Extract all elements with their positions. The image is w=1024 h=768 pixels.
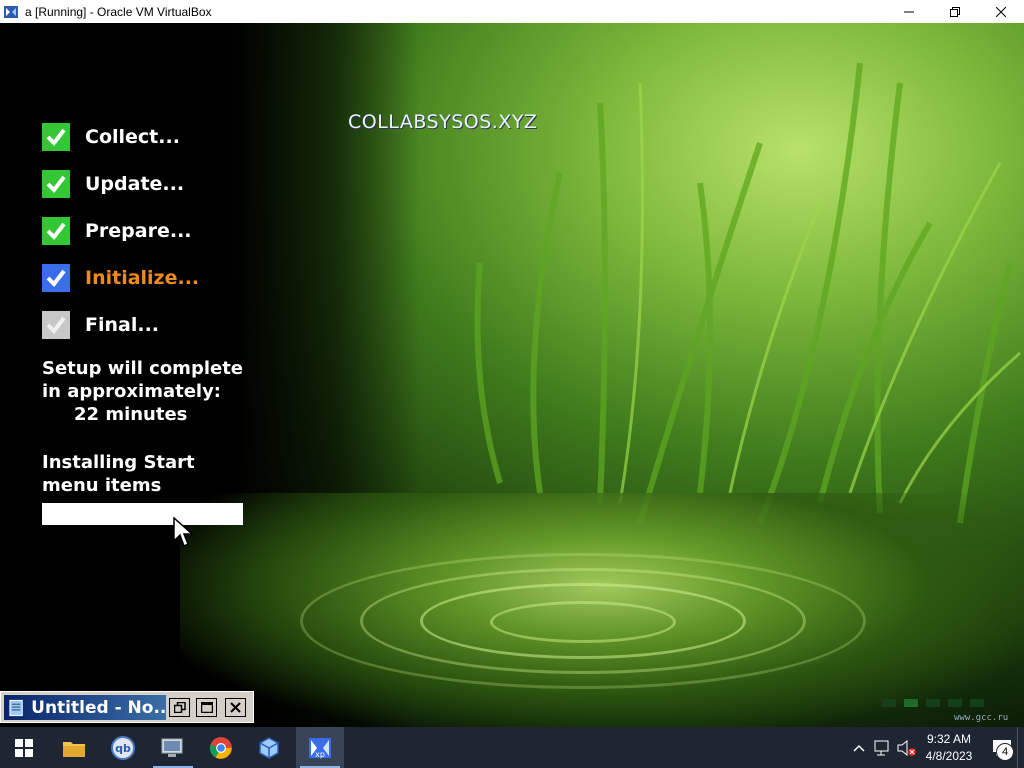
show-desktop-button[interactable] bbox=[1017, 727, 1024, 768]
progress-bar bbox=[42, 503, 243, 525]
host-taskbar: qb xp 9:32 AM 4/8/2023 4 bbox=[0, 727, 1024, 768]
clock-time: 9:32 AM bbox=[926, 731, 972, 746]
close-icon bbox=[230, 702, 241, 713]
qbittorrent-icon: qb bbox=[111, 735, 135, 760]
virtualbox-window-icon bbox=[4, 5, 18, 18]
guest-window-label: Untitled - No... bbox=[31, 697, 166, 718]
taskbar-device-manager[interactable] bbox=[149, 727, 197, 768]
task-line: Installing Start bbox=[42, 452, 195, 473]
taskbar-chrome[interactable] bbox=[197, 727, 245, 768]
step-label: Prepare... bbox=[85, 219, 192, 242]
notepad-icon bbox=[9, 699, 23, 716]
notification-count-badge: 4 bbox=[996, 743, 1014, 761]
windows-start-icon bbox=[15, 738, 33, 757]
step-label: Initialize... bbox=[85, 266, 200, 289]
clock-date: 4/8/2023 bbox=[925, 748, 973, 763]
taskbar-virtualbox[interactable] bbox=[245, 727, 293, 768]
vm-display[interactable]: COLLABSYSOS.XYZ Collect... Update... Pre… bbox=[0, 23, 1024, 727]
chrome-icon bbox=[209, 736, 232, 759]
checkmark-icon bbox=[42, 169, 70, 198]
taskbar-vm-window[interactable]: xp bbox=[296, 727, 344, 768]
guest-taskbar-button[interactable]: Untitled - No... bbox=[0, 691, 254, 723]
taskbar-qbittorrent[interactable]: qb bbox=[99, 727, 147, 768]
restore-icon bbox=[950, 6, 960, 17]
guest-restore-button[interactable] bbox=[169, 698, 190, 717]
mouse-cursor-icon bbox=[173, 517, 194, 548]
guest-maximize-button[interactable] bbox=[196, 698, 217, 717]
step-prepare: Prepare... bbox=[42, 207, 199, 254]
step-initialize: Initialize... bbox=[42, 254, 199, 301]
file-explorer-icon bbox=[63, 741, 85, 757]
current-task: Installing Start menu items bbox=[42, 451, 195, 497]
window-title: a [Running] - Oracle VM VirtualBox bbox=[25, 4, 212, 19]
time-remaining: Setup will complete in approximately: 22… bbox=[42, 357, 243, 426]
close-icon bbox=[996, 6, 1006, 17]
setup-steps: Collect... Update... Prepare... Initiali… bbox=[42, 113, 199, 348]
restore-button[interactable] bbox=[932, 0, 978, 23]
indicator-dot bbox=[904, 699, 918, 707]
action-center-button[interactable]: 4 bbox=[987, 727, 1017, 768]
indicator-dot bbox=[926, 699, 940, 707]
tray-network[interactable] bbox=[871, 727, 895, 768]
vm-xp-icon: xp bbox=[309, 737, 331, 759]
tray-overflow-button[interactable] bbox=[847, 727, 871, 768]
svg-text:qb: qb bbox=[115, 742, 131, 755]
step-final: Final... bbox=[42, 301, 199, 348]
watermark: www.gcc.ru bbox=[954, 713, 1009, 723]
slideshow-indicator bbox=[882, 699, 984, 707]
step-label: Update... bbox=[85, 172, 185, 195]
step-label: Final... bbox=[85, 313, 160, 336]
indicator-dot bbox=[882, 699, 896, 707]
start-button[interactable] bbox=[0, 727, 48, 768]
device-manager-icon bbox=[161, 738, 183, 757]
eta-line: Setup will complete bbox=[42, 358, 244, 379]
indicator-dot bbox=[948, 699, 962, 707]
guest-close-button[interactable] bbox=[225, 698, 246, 717]
maximize-icon bbox=[200, 702, 213, 713]
system-tray: 9:32 AM 4/8/2023 4 bbox=[847, 727, 1024, 768]
network-icon bbox=[874, 740, 889, 755]
pending-checkmark-icon bbox=[42, 310, 70, 339]
svg-text:xp: xp bbox=[315, 750, 325, 759]
volume-muted-icon bbox=[897, 739, 916, 756]
close-button[interactable] bbox=[978, 0, 1024, 23]
indicator-dot bbox=[970, 699, 984, 707]
task-line: menu items bbox=[42, 475, 162, 496]
guest-window-title[interactable]: Untitled - No... bbox=[4, 695, 166, 720]
active-checkmark-icon bbox=[42, 263, 70, 292]
eta-line: in approximately: bbox=[42, 381, 222, 402]
host-titlebar: a [Running] - Oracle VM VirtualBox bbox=[0, 0, 1024, 23]
chevron-up-icon bbox=[853, 744, 865, 752]
minimize-button[interactable] bbox=[886, 0, 932, 23]
restore-icon bbox=[173, 702, 186, 713]
brand-text: COLLABSYSOS.XYZ bbox=[348, 111, 538, 133]
eta-minutes: 22 minutes bbox=[74, 404, 188, 425]
ripple bbox=[490, 601, 676, 643]
step-collect: Collect... bbox=[42, 113, 199, 160]
step-label: Collect... bbox=[85, 125, 180, 148]
checkmark-icon bbox=[42, 216, 70, 245]
minimize-icon bbox=[904, 11, 914, 12]
virtualbox-icon bbox=[259, 736, 279, 759]
taskbar-file-explorer[interactable] bbox=[50, 727, 98, 768]
tray-volume[interactable] bbox=[895, 727, 919, 768]
clock[interactable]: 9:32 AM 4/8/2023 bbox=[919, 731, 979, 765]
checkmark-icon bbox=[42, 122, 70, 151]
step-update: Update... bbox=[42, 160, 199, 207]
